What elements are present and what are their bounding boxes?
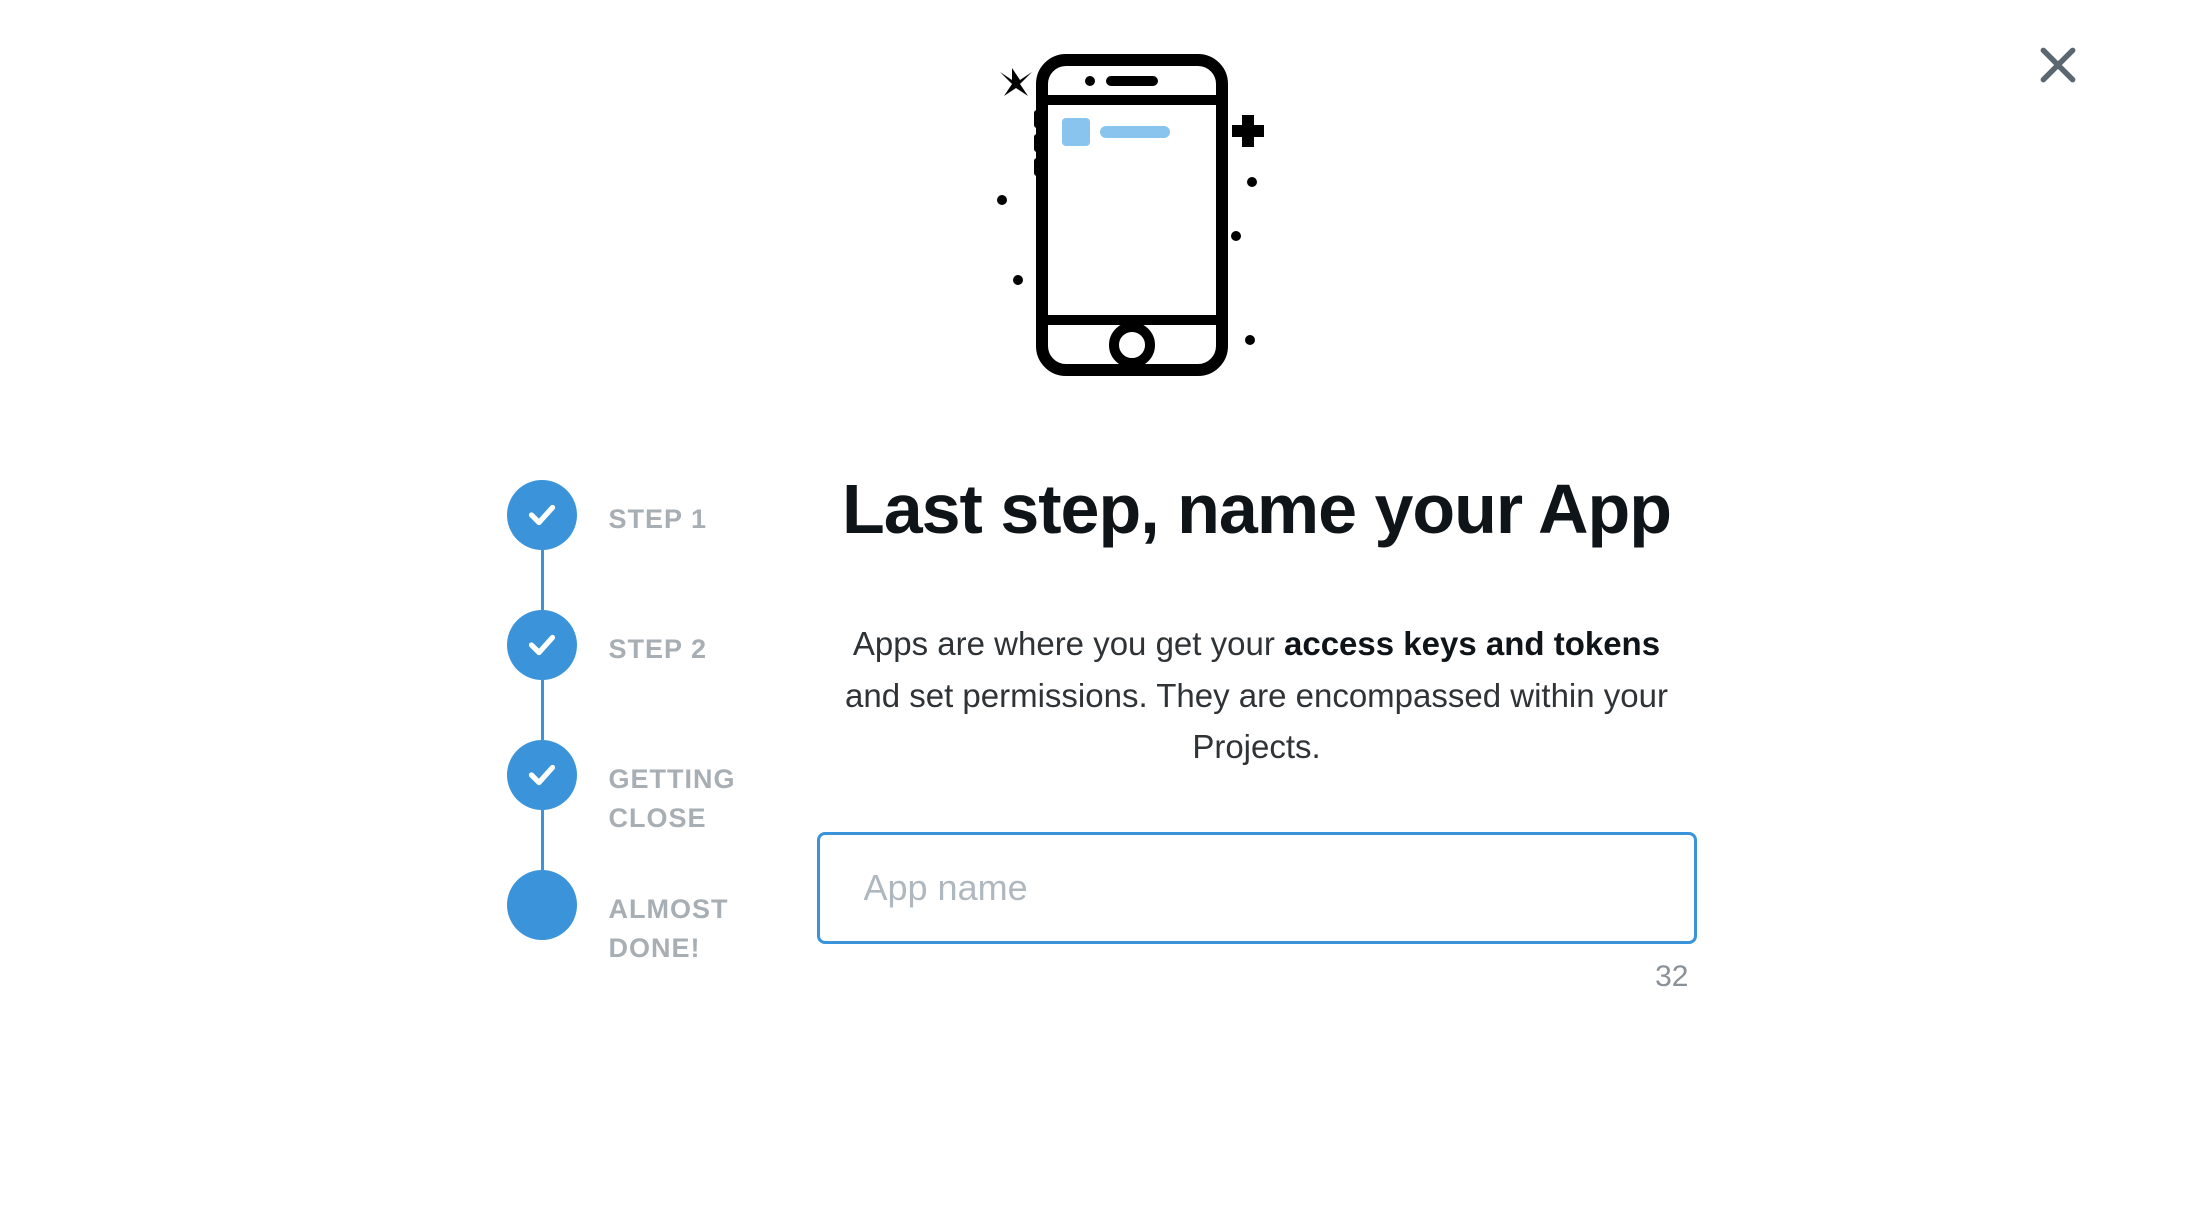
step-2-label: STEP 2 — [609, 610, 708, 669]
app-name-input[interactable] — [817, 832, 1697, 944]
close-icon — [2036, 43, 2080, 87]
check-icon — [524, 627, 560, 663]
check-icon — [524, 497, 560, 533]
stepper: STEP 1 STEP 2 GETTING CLOSE — [507, 470, 787, 994]
step-2-circle — [507, 610, 577, 680]
description-post: and set permissions. They are encompasse… — [845, 677, 1668, 765]
step-3-label: GETTING CLOSE — [609, 740, 787, 838]
char-count: 32 — [817, 960, 1697, 994]
description-bold: access keys and tokens — [1284, 625, 1660, 662]
close-button[interactable] — [2033, 40, 2083, 90]
step-3-circle — [507, 740, 577, 810]
step-4-label: ALMOST DONE! — [609, 870, 787, 968]
description: Apps are where you get your access keys … — [817, 618, 1697, 771]
check-icon — [524, 757, 560, 793]
step-4: ALMOST DONE! — [507, 870, 787, 968]
step-4-circle — [507, 870, 577, 940]
step-1-label: STEP 1 — [609, 480, 708, 539]
page-title: Last step, name your App — [817, 470, 1697, 548]
step-1: STEP 1 — [507, 480, 787, 610]
step-1-circle — [507, 480, 577, 550]
step-2: STEP 2 — [507, 610, 787, 740]
phone-illustration — [302, 20, 1902, 380]
description-pre: Apps are where you get your — [853, 625, 1284, 662]
step-3: GETTING CLOSE — [507, 740, 787, 870]
